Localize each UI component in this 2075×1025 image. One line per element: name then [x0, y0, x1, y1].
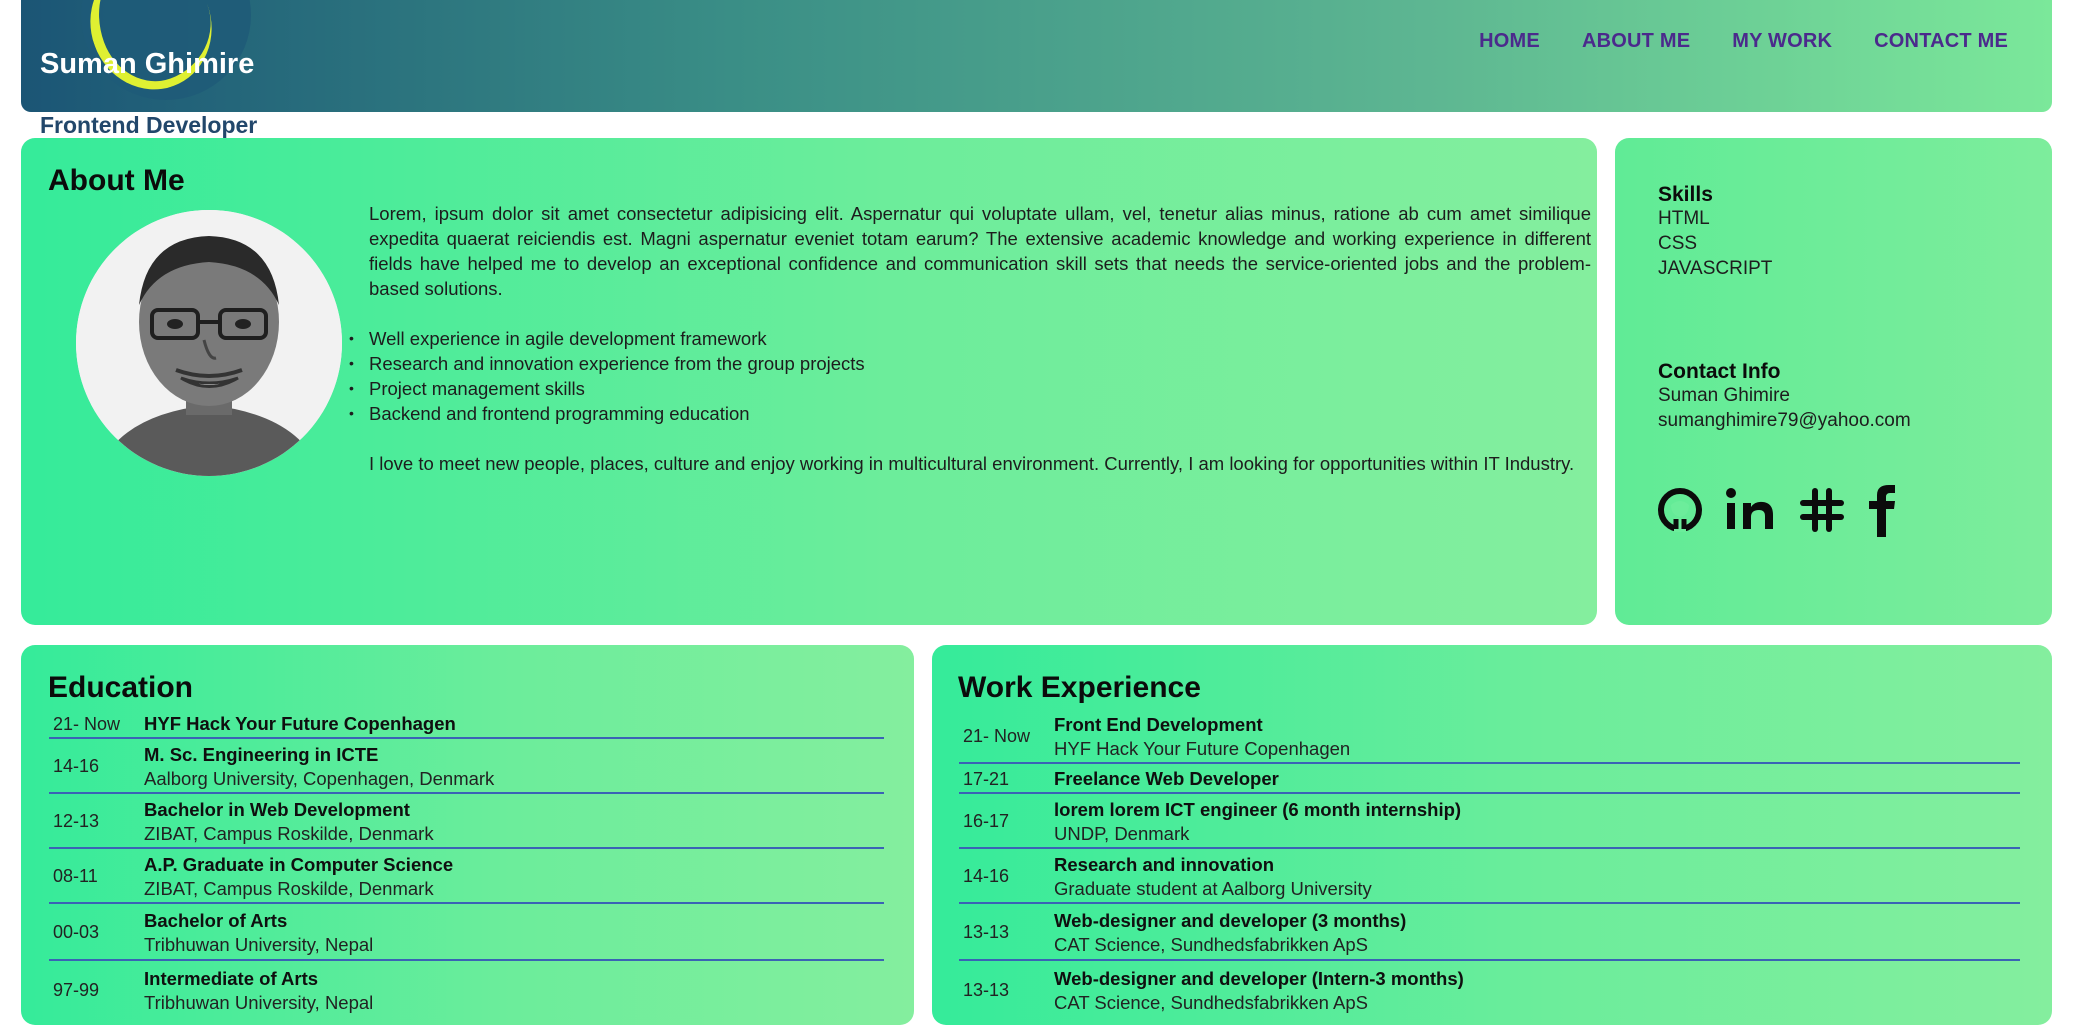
side-card: Skills HTML CSS JAVASCRIPT Contact Info …	[1615, 138, 2052, 625]
social-links	[1655, 483, 1899, 537]
profile-photo	[76, 210, 342, 476]
row-title: M. Sc. Engineering in ICTE	[144, 743, 379, 765]
about-bullets: Well experience in agile development fra…	[349, 326, 1591, 426]
row-years: 21- Now	[53, 713, 121, 734]
about-title: About Me	[48, 164, 185, 197]
row-years: 08-11	[53, 866, 98, 886]
site-subtitle: Frontend Developer	[40, 112, 258, 138]
contact-email: sumanghimire79@yahoo.com	[1658, 410, 1911, 431]
row-years: 12-13	[53, 811, 100, 831]
nav-contact-me[interactable]: CONTACT ME	[1874, 30, 2008, 53]
about-intro: Lorem, ipsum dolor sit amet consectetur …	[369, 203, 1591, 299]
row-subtitle: ZIBAT, Campus Roskilde, Denmark	[144, 822, 434, 844]
about-card: About Me Lorem, ipsum dolor sit amet con…	[21, 138, 1597, 625]
row-years: 97-99	[53, 980, 100, 1000]
row-title: A.P. Graduate in Computer Science	[144, 853, 454, 875]
row-title: Intermediate of Arts	[144, 967, 319, 989]
work-row: 13-13 Web-designer and developer (3 mont…	[959, 906, 2020, 961]
row-title: Freelance Web Developer	[1054, 768, 1279, 789]
about-bullet: Backend and frontend programming educati…	[349, 401, 1591, 426]
row-years: 21- Now	[963, 726, 1031, 746]
row-years: 17-21	[963, 768, 1010, 789]
work-card: Work Experience 21- Now Front End Develo…	[932, 645, 2052, 1025]
education-row: 12-13 Bachelor in Web Development ZIBAT,…	[49, 796, 884, 849]
about-bullet: Project management skills	[349, 376, 1591, 401]
contact-title: Contact Info	[1658, 360, 1781, 383]
row-title: Research and innovation	[1054, 853, 1274, 875]
skill-item: CSS	[1658, 233, 1698, 254]
row-title: lorem lorem ICT engineer (6 month intern…	[1054, 798, 1462, 820]
row-subtitle: Tribhuwan University, Nepal	[144, 933, 374, 955]
row-subtitle: CAT Science, Sundhedsfabrikken ApS	[1054, 933, 1369, 955]
row-title: Bachelor in Web Development	[144, 798, 410, 820]
about-text: Lorem, ipsum dolor sit amet consectetur …	[349, 201, 1591, 501]
site-name: Suman Ghimire	[40, 48, 255, 80]
row-subtitle: ZIBAT, Campus Roskilde, Denmark	[144, 877, 434, 899]
skill-item: HTML	[1658, 208, 1710, 229]
skills-title: Skills	[1658, 183, 1713, 206]
education-row: 14-16 M. Sc. Engineering in ICTE Aalborg…	[49, 741, 884, 794]
slack-icon[interactable]	[1797, 485, 1847, 535]
row-years: 00-03	[53, 922, 100, 942]
row-subtitle: HYF Hack Your Future Copenhagen	[1054, 737, 1351, 759]
work-row: 17-21 Freelance Web Developer	[959, 766, 2020, 794]
row-title: HYF Hack Your Future Copenhagen	[144, 713, 456, 734]
site-header: Suman Ghimire HOME ABOUT ME MY WORK CONT…	[21, 0, 2052, 112]
row-years: 13-13	[963, 922, 1010, 942]
row-years: 14-16	[963, 866, 1010, 886]
row-subtitle: Graduate student at Aalborg University	[1054, 877, 1372, 899]
education-title: Education	[48, 671, 194, 704]
work-row: 21- Now Front End Development HYF Hack Y…	[959, 711, 2020, 764]
nav-my-work[interactable]: MY WORK	[1732, 30, 1832, 53]
education-card: Education 21- Now HYF Hack Your Future C…	[21, 645, 914, 1025]
main-nav: HOME ABOUT ME MY WORK CONTACT ME	[1479, 30, 2008, 53]
row-title: Front End Development	[1054, 713, 1263, 735]
work-row: 16-17 lorem lorem ICT engineer (6 month …	[959, 796, 2020, 849]
education-row: 00-03 Bachelor of Arts Tribhuwan Univers…	[49, 906, 884, 961]
row-years: 13-13	[963, 980, 1010, 1000]
facebook-icon[interactable]	[1865, 483, 1899, 537]
work-row: 13-13 Web-designer and developer (Intern…	[959, 963, 2020, 1018]
linkedin-icon[interactable]	[1723, 485, 1779, 535]
about-outro: I love to meet new people, places, cultu…	[369, 453, 1575, 474]
work-title: Work Experience	[958, 671, 1201, 704]
row-title: Bachelor of Arts	[144, 909, 288, 931]
education-row: 21- Now HYF Hack Your Future Copenhagen	[49, 711, 884, 739]
nav-home[interactable]: HOME	[1479, 30, 1540, 53]
row-title: Web-designer and developer (3 months)	[1054, 909, 1407, 931]
work-row: 14-16 Research and innovation Graduate s…	[959, 851, 2020, 904]
skill-item: JAVASCRIPT	[1658, 258, 1773, 279]
about-bullet: Well experience in agile development fra…	[349, 326, 1591, 351]
row-subtitle: UNDP, Denmark	[1054, 822, 1190, 844]
github-icon[interactable]	[1655, 485, 1705, 535]
education-row: 08-11 A.P. Graduate in Computer Science …	[49, 851, 884, 904]
contact-name: Suman Ghimire	[1658, 385, 1790, 406]
row-title: Web-designer and developer (Intern-3 mon…	[1054, 967, 1464, 989]
row-years: 14-16	[53, 756, 100, 776]
row-subtitle: Aalborg University, Copenhagen, Denmark	[144, 767, 495, 789]
education-row: 97-99 Intermediate of Arts Tribhuwan Uni…	[49, 963, 884, 1018]
about-bullet: Research and innovation experience from …	[349, 351, 1591, 376]
row-years: 16-17	[963, 811, 1010, 831]
nav-about-me[interactable]: ABOUT ME	[1582, 30, 1690, 53]
